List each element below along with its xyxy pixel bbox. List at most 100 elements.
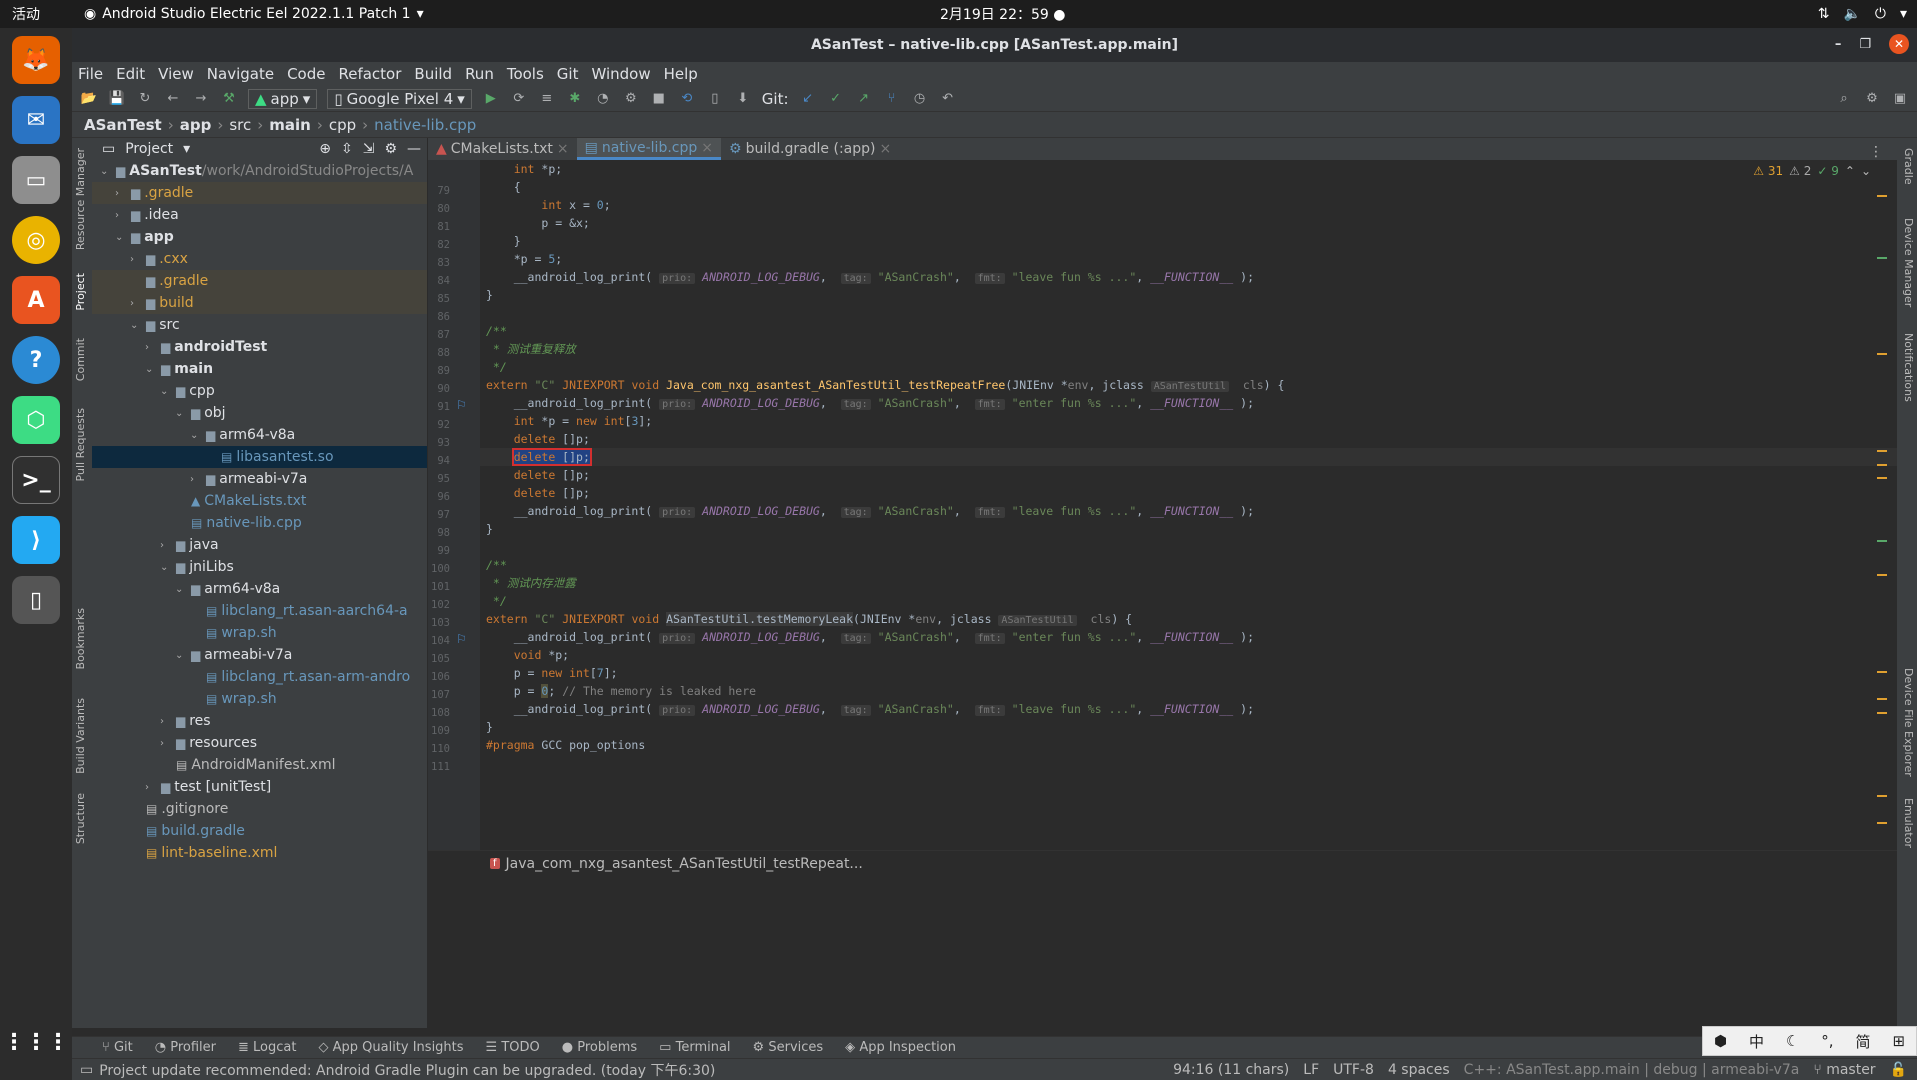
run-config-select[interactable]: ▲ app ▾ bbox=[248, 88, 318, 109]
menu-git[interactable]: Git bbox=[557, 65, 579, 83]
tree-item[interactable]: ▤ libclang_rt.asan-aarch64-a bbox=[92, 600, 427, 622]
open-icon[interactable]: 📂 bbox=[80, 90, 98, 108]
error-stripe-mark[interactable] bbox=[1877, 449, 1887, 452]
caret-position[interactable]: 94:16 (11 chars) bbox=[1173, 1062, 1289, 1078]
lock-icon[interactable]: 🔓 bbox=[1890, 1062, 1907, 1078]
tree-item[interactable]: ▤ native-lib.cpp bbox=[92, 512, 427, 534]
chevron-down-icon[interactable]: ⌄ bbox=[175, 584, 187, 595]
save-icon[interactable]: 💾 bbox=[108, 90, 126, 108]
close-tab-icon[interactable]: × bbox=[701, 140, 713, 156]
tool-window-button[interactable]: ≣ Logcat bbox=[238, 1040, 296, 1055]
files-icon[interactable]: ▭ bbox=[12, 156, 60, 204]
code-line[interactable]: } bbox=[486, 520, 493, 538]
tool-window-button[interactable]: ▭ Terminal bbox=[659, 1040, 730, 1055]
tool-tab-build-variants[interactable]: Build Variants bbox=[74, 698, 87, 774]
status-message[interactable]: Project update recommended: Android Grad… bbox=[99, 1060, 715, 1080]
tool-tab-resource-manager[interactable]: Resource Manager bbox=[74, 148, 87, 250]
menu-refactor[interactable]: Refactor bbox=[338, 65, 401, 83]
tool-tab-device-manager[interactable]: Device Manager bbox=[1902, 218, 1915, 307]
code-line[interactable]: __android_log_print( prio: ANDROID_LOG_D… bbox=[486, 268, 1254, 286]
breadcrumb-item[interactable]: app bbox=[180, 116, 212, 134]
close-tab-icon[interactable]: × bbox=[557, 141, 569, 157]
chevron-down-icon[interactable]: ⌄ bbox=[190, 430, 202, 441]
tree-item[interactable]: ⌄ ▆ jniLibs bbox=[92, 556, 427, 578]
code-line[interactable]: __android_log_print( prio: ANDROID_LOG_D… bbox=[486, 628, 1254, 646]
menu-code[interactable]: Code bbox=[287, 65, 325, 83]
git-branch[interactable]: ⑂ master bbox=[1813, 1062, 1875, 1078]
error-stripe-mark[interactable] bbox=[1877, 477, 1887, 480]
code-line[interactable]: } bbox=[486, 232, 521, 250]
editor-breadcrumb[interactable]: f Java_com_nxg_asantest_ASanTestUtil_tes… bbox=[428, 850, 1917, 876]
tree-item[interactable]: ▤ .gitignore bbox=[92, 798, 427, 820]
firefox-icon[interactable]: 🦊 bbox=[12, 36, 60, 84]
code-line[interactable]: } bbox=[486, 718, 493, 736]
chevron-down-icon[interactable]: ⌄ bbox=[115, 232, 127, 243]
tool-window-button[interactable]: ◈ App Inspection bbox=[845, 1040, 956, 1055]
chevron-right-icon[interactable]: › bbox=[190, 474, 202, 485]
code-line[interactable]: int *p; bbox=[486, 160, 562, 178]
error-stripe-mark[interactable] bbox=[1877, 194, 1887, 197]
tree-item[interactable]: ⌄ ▆ ASanTest /work/AndroidStudioProjects/A bbox=[92, 160, 427, 182]
tree-item[interactable]: › ▆ armeabi-v7a bbox=[92, 468, 427, 490]
hide-icon[interactable]: — bbox=[407, 141, 421, 157]
tree-item[interactable]: ▲ CMakeLists.txt bbox=[92, 490, 427, 512]
code-line[interactable]: */ bbox=[486, 592, 507, 610]
code-line[interactable]: void *p; bbox=[486, 646, 569, 664]
locate-icon[interactable]: ⊕ bbox=[319, 141, 331, 157]
apply-changes-icon[interactable]: ≡ bbox=[538, 90, 556, 108]
account-icon[interactable]: ▣ bbox=[1891, 90, 1909, 108]
tool-tab-project[interactable]: Project bbox=[74, 273, 87, 311]
tree-item[interactable]: › ▆ .idea bbox=[92, 204, 427, 226]
chevron-right-icon[interactable]: › bbox=[160, 540, 172, 551]
tool-tab-emulator[interactable]: Emulator bbox=[1902, 798, 1915, 848]
git-branch-icon[interactable]: ⑂ bbox=[883, 90, 901, 108]
git-commit-icon[interactable]: ✓ bbox=[827, 90, 845, 108]
code-line[interactable]: } bbox=[486, 286, 493, 304]
code-line[interactable]: __android_log_print( prio: ANDROID_LOG_D… bbox=[486, 502, 1254, 520]
error-stripe-mark[interactable] bbox=[1877, 574, 1887, 576]
file-encoding[interactable]: UTF-8 bbox=[1333, 1062, 1374, 1078]
tree-item[interactable]: ▤ libasantest.so bbox=[92, 446, 427, 468]
error-stripe-mark[interactable] bbox=[1877, 256, 1887, 259]
editor-tab[interactable]: ▲ CMakeLists.txt × bbox=[428, 138, 577, 160]
device-manager-icon[interactable]: ▯ bbox=[706, 90, 724, 108]
tool-tab-bookmarks[interactable]: Bookmarks bbox=[74, 608, 87, 669]
chevron-down-icon[interactable]: ⌄ bbox=[1861, 164, 1871, 178]
code-line[interactable]: #pragma GCC pop_options bbox=[486, 736, 645, 754]
code-line[interactable]: p = 0; // The memory is leaked here bbox=[486, 682, 756, 700]
menu-edit[interactable]: Edit bbox=[116, 65, 145, 83]
help-icon[interactable]: ? bbox=[12, 336, 60, 384]
tree-item[interactable]: ⌄ ▆ armeabi-v7a bbox=[92, 644, 427, 666]
chevron-down-icon[interactable]: ⌄ bbox=[100, 166, 112, 177]
tree-item[interactable]: › ▆ .gradle bbox=[92, 182, 427, 204]
code-line[interactable]: delete []p; bbox=[486, 484, 590, 502]
tool-window-button[interactable]: ⚙ Services bbox=[753, 1040, 824, 1055]
tree-item[interactable]: › ▆ androidTest bbox=[92, 336, 427, 358]
tool-tab-structure[interactable]: Structure bbox=[74, 793, 87, 844]
chevron-up-icon[interactable]: ⌃ bbox=[1845, 164, 1855, 178]
breadcrumb-item[interactable]: src bbox=[229, 116, 251, 134]
android-studio-icon[interactable]: ⬡ bbox=[12, 396, 60, 444]
error-stripe-mark[interactable] bbox=[1877, 463, 1887, 466]
tabs-menu-icon[interactable]: ⋮ bbox=[1869, 144, 1883, 160]
tree-item[interactable]: ▤ build.gradle bbox=[92, 820, 427, 842]
tool-window-button[interactable]: ◇ App Quality Insights bbox=[318, 1040, 463, 1055]
code-line[interactable]: /** bbox=[486, 322, 507, 340]
indent-setting[interactable]: 4 spaces bbox=[1388, 1062, 1450, 1078]
menu-window[interactable]: Window bbox=[591, 65, 650, 83]
code-line[interactable]: /** bbox=[486, 556, 507, 574]
error-stripe-mark[interactable] bbox=[1877, 670, 1887, 673]
menu-tools[interactable]: Tools bbox=[507, 65, 544, 83]
cpp-context[interactable]: C++: ASanTest.app.main | debug | armeabi… bbox=[1464, 1062, 1800, 1078]
tool-window-button[interactable]: ⑂ Git bbox=[102, 1040, 133, 1055]
rollback-icon[interactable]: ↶ bbox=[939, 90, 957, 108]
tree-item[interactable]: ⌄ ▆ obj bbox=[92, 402, 427, 424]
gradle-sync-icon[interactable]: ⟲ bbox=[678, 90, 696, 108]
show-apps-icon[interactable]: ⋮⋮⋮ bbox=[3, 1018, 69, 1066]
chevron-down-icon[interactable]: ⌄ bbox=[160, 562, 172, 573]
minimize-icon[interactable]: – bbox=[1835, 37, 1842, 52]
error-stripe-mark[interactable] bbox=[1877, 794, 1887, 797]
code-line[interactable]: p = &x; bbox=[486, 214, 589, 232]
ime-logo-icon[interactable]: ⬢ bbox=[1714, 1032, 1727, 1050]
code-line[interactable]: int x = 0; bbox=[486, 196, 610, 214]
